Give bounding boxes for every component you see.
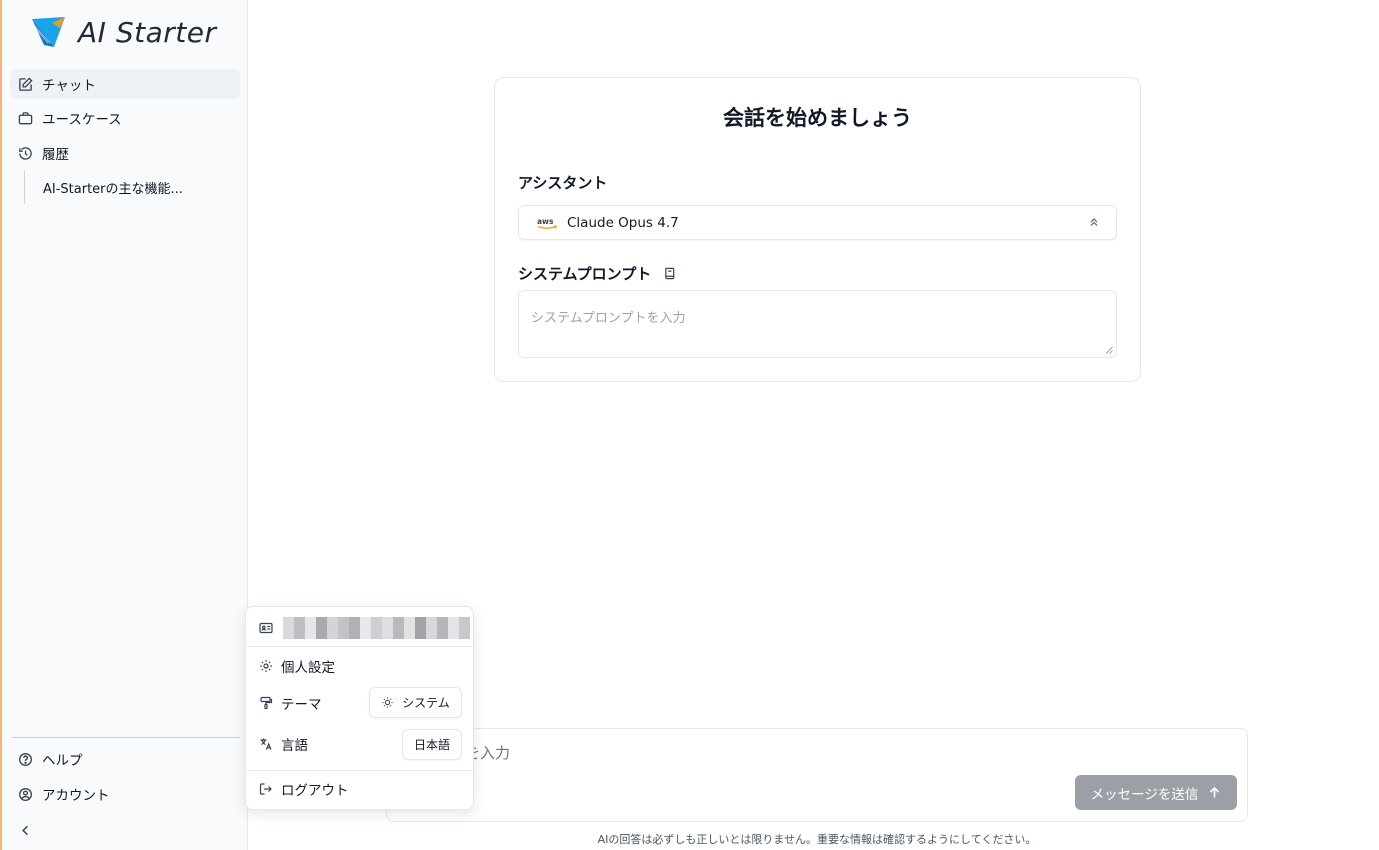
system-prompt-label: システムプロンプト — [518, 263, 676, 284]
assistant-label: アシスタント — [518, 172, 607, 193]
sidebar-item-label: ユースケース — [42, 112, 122, 128]
assistant-label-text: アシスタント — [518, 174, 608, 192]
menu-item-logout[interactable]: ログアウト — [246, 776, 473, 802]
send-button-label: メッセージを送信 — [1090, 786, 1199, 802]
logo-icon — [32, 17, 65, 47]
resize-handle-icon[interactable] — [1105, 346, 1113, 354]
sidebar-item-history[interactable]: 履歴 — [10, 138, 240, 168]
sidebar-item-label: アカウント — [42, 788, 110, 804]
sidebar-item-chat[interactable]: チャット — [10, 69, 240, 99]
menu-item-label: 個人設定 — [281, 660, 335, 676]
menu-item-label: ログアウト — [281, 783, 349, 799]
menu-divider — [246, 770, 473, 771]
help-icon — [19, 752, 32, 766]
sun-icon — [382, 697, 393, 708]
theme-select-value: システム — [402, 696, 450, 710]
sidebar-divider — [12, 737, 240, 738]
redacted-account-name — [283, 617, 470, 639]
briefcase-icon — [18, 111, 33, 124]
translate-icon — [260, 738, 272, 750]
conversation-setup-card: 会話を始めましょう アシスタント aws Claude Opus 4.7 システ… — [494, 77, 1141, 382]
aws-icon: aws — [537, 217, 558, 229]
model-select-value: Claude Opus 4.7 — [567, 214, 679, 231]
disclaimer-text: AIの回答は必ずしも正しいとは限りません。重要な情報は確認するようにしてください… — [597, 833, 1037, 846]
sidebar-item-account[interactable]: アカウント — [10, 779, 240, 809]
sidebar-item-help[interactable]: ヘルプ — [10, 744, 240, 774]
history-item[interactable]: AI-Starterの主な機能... — [24, 170, 224, 204]
svg-text:aws: aws — [537, 217, 554, 226]
sidebar-item-usecases[interactable]: ユースケース — [10, 103, 240, 133]
menu-item-label: テーマ — [281, 697, 322, 713]
chevron-left-icon — [22, 825, 28, 835]
sidebar-item-label: 履歴 — [42, 147, 69, 163]
paint-roller-icon — [260, 696, 273, 710]
account-menu: 個人設定 テーマ システム 言語 日本語 ログアウト — [245, 606, 474, 810]
sidebar-item-label: ヘルプ — [42, 753, 83, 769]
theme-select-button[interactable]: システム — [369, 687, 462, 718]
logout-icon — [259, 783, 272, 795]
logo-text: AI Starter — [78, 15, 217, 49]
model-select[interactable]: aws Claude Opus 4.7 — [518, 205, 1117, 240]
history-icon — [19, 146, 32, 160]
account-icon — [19, 787, 32, 801]
sidebar: AI Starter チャット ユースケース 履歴 AI-Starterの主な機… — [2, 0, 248, 850]
id-card-icon — [259, 622, 273, 634]
gear-icon — [260, 660, 272, 672]
language-select-value: 日本語 — [413, 738, 450, 752]
collapse-sidebar-button[interactable] — [10, 815, 40, 845]
send-message-button[interactable]: メッセージを送信 — [1075, 775, 1237, 810]
sidebar-item-label: チャット — [42, 78, 96, 94]
system-prompt-label-text: システムプロンプト — [518, 265, 652, 283]
language-select-button[interactable]: 日本語 — [402, 729, 462, 760]
message-composer[interactable]: を入力 メッセージを送信 — [386, 728, 1248, 822]
chevrons-up-icon — [1090, 218, 1098, 226]
system-prompt-input[interactable]: システムプロンプトを入力 — [518, 290, 1117, 358]
account-identity-row — [246, 615, 473, 641]
arrow-up-icon — [1210, 786, 1220, 798]
edit-icon — [19, 76, 33, 91]
menu-item-label: 言語 — [281, 738, 308, 754]
book-icon[interactable] — [663, 267, 676, 280]
app-logo[interactable]: AI Starter — [30, 12, 216, 52]
history-item-label: AI-Starterの主な機能... — [43, 181, 183, 197]
page-title: 会話を始めましょう — [723, 106, 912, 130]
menu-item-personal-settings[interactable]: 個人設定 — [246, 653, 473, 679]
system-prompt-placeholder: システムプロンプトを入力 — [531, 311, 686, 326]
menu-divider — [246, 646, 473, 647]
